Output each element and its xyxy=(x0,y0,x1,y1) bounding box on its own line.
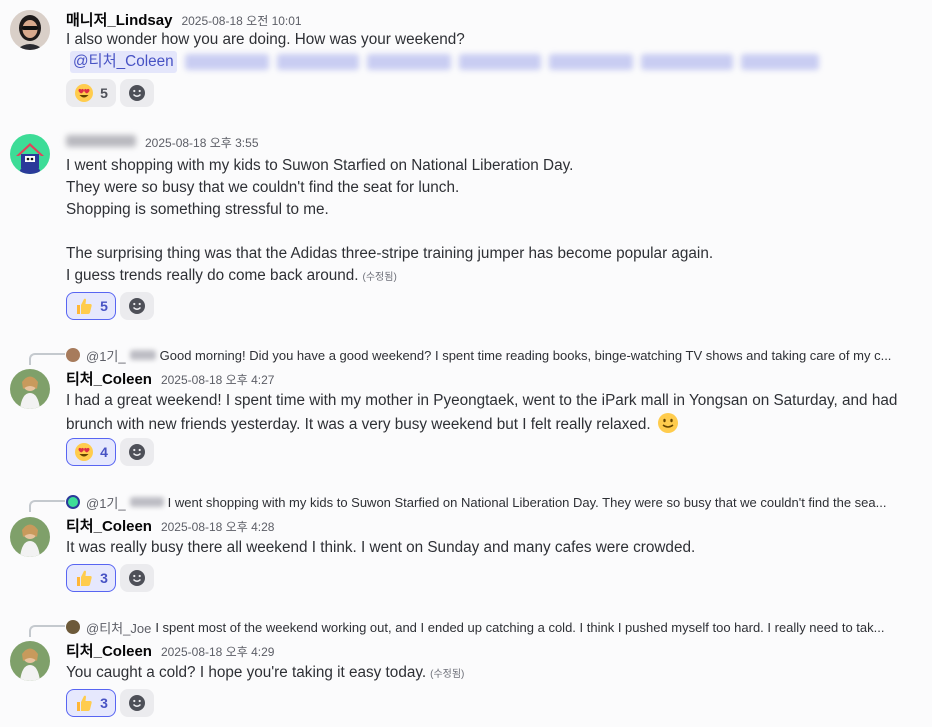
reaction-count: 3 xyxy=(100,570,108,586)
message-text: I also wonder how you are doing. How was… xyxy=(66,31,465,48)
timestamp: 2025-08-18 오후 4:29 xyxy=(160,645,275,659)
reaction-count: 3 xyxy=(100,695,108,711)
smiley-icon xyxy=(129,695,145,711)
message-text: brunch with new friends yesterday. It wa… xyxy=(66,416,651,433)
redacted-name xyxy=(129,350,156,360)
message-text: I went shopping with my kids to Suwon St… xyxy=(66,157,574,174)
reaction-thumbs-up[interactable]: 3 xyxy=(66,564,116,592)
heart-eyes-icon xyxy=(75,84,94,102)
heart-eyes-icon xyxy=(75,443,94,461)
timestamp: 2025-08-18 오후 4:28 xyxy=(160,520,275,534)
redacted-mention xyxy=(366,53,451,70)
message-text: It was really busy there all weekend I t… xyxy=(66,539,696,556)
redacted-name xyxy=(129,497,164,507)
add-reaction-button[interactable] xyxy=(120,79,154,107)
user-mention[interactable]: @티처_Coleen xyxy=(70,51,177,73)
author-name[interactable]: 티처_Coleen xyxy=(66,515,152,536)
reply-text: I went shopping with my kids to Suwon St… xyxy=(167,494,887,510)
timestamp: 2025-08-18 오후 4:27 xyxy=(160,373,275,387)
message-text: Shopping is something stressful to me. xyxy=(66,201,329,218)
author-name[interactable] xyxy=(66,135,136,147)
reply-text: Good morning! Did you have a good weeken… xyxy=(159,347,892,363)
reply-handle[interactable]: @1기_ xyxy=(86,346,126,365)
avatar[interactable] xyxy=(10,10,50,50)
reply-spine xyxy=(29,353,65,365)
reaction-heart-eyes[interactable]: 4 xyxy=(66,438,116,466)
slightly-smiling-face-icon xyxy=(657,413,678,433)
author-name[interactable]: 티처_Coleen xyxy=(66,368,152,389)
message-text: They were so busy that we couldn't find … xyxy=(66,179,460,196)
redacted-mention xyxy=(458,53,541,70)
reply-spine xyxy=(29,625,65,637)
reaction-thumbs-up[interactable]: 3 xyxy=(66,689,116,717)
avatar[interactable] xyxy=(10,641,50,681)
reply-handle[interactable]: @티처_Joe xyxy=(86,618,151,637)
reply-avatar xyxy=(66,620,80,634)
message-text: I had a great weekend! I spent time with… xyxy=(66,392,898,409)
redacted-mention xyxy=(548,53,633,70)
reply-text: I spent most of the weekend working out,… xyxy=(155,619,885,635)
smiley-icon xyxy=(129,444,145,460)
smiley-icon xyxy=(129,570,145,586)
timestamp: 2025-08-18 오후 3:55 xyxy=(145,136,259,150)
thumbs-up-icon xyxy=(77,298,92,314)
reaction-heart-eyes[interactable]: 5 xyxy=(66,79,116,107)
message-text: I guess trends really do come back aroun… xyxy=(66,267,359,284)
redacted-mention xyxy=(640,53,733,70)
reply-avatar xyxy=(66,495,80,509)
reply-preview[interactable]: @티처_Joe I spent most of the weekend work… xyxy=(66,618,884,636)
add-reaction-button[interactable] xyxy=(120,564,154,592)
edited-label: (수정됨) xyxy=(430,669,465,680)
timestamp: 2025-08-18 오전 10:01 xyxy=(181,14,302,28)
thumbs-up-icon xyxy=(77,695,92,711)
message-text: The surprising thing was that the Adidas… xyxy=(66,245,714,262)
thumbs-up-icon xyxy=(77,570,92,586)
reply-preview[interactable]: @1기_ I went shopping with my kids to Suw… xyxy=(66,493,886,511)
smiley-icon xyxy=(129,298,145,314)
reaction-thumbs-up[interactable]: 5 xyxy=(66,292,116,320)
reply-avatar xyxy=(66,348,80,362)
mention-row: @티처_Coleen xyxy=(70,51,819,73)
reaction-count: 5 xyxy=(100,85,108,101)
message-text-last: You caught a cold? I hope you're taking … xyxy=(66,662,464,686)
redacted-mention xyxy=(276,53,359,70)
add-reaction-button[interactable] xyxy=(120,689,154,717)
avatar[interactable] xyxy=(10,517,50,557)
add-reaction-button[interactable] xyxy=(120,292,154,320)
author-name[interactable]: 티처_Coleen xyxy=(66,640,152,661)
redacted-mention xyxy=(740,53,819,70)
reaction-count: 5 xyxy=(100,298,108,314)
smiley-icon xyxy=(129,85,145,101)
reply-preview[interactable]: @1기_ Good morning! Did you have a good w… xyxy=(66,346,891,364)
redacted-mention xyxy=(184,53,269,70)
edited-label: (수정됨) xyxy=(362,272,397,283)
reply-spine xyxy=(29,500,65,512)
message-text: You caught a cold? I hope you're taking … xyxy=(66,664,427,681)
message-text-last: I guess trends really do come back aroun… xyxy=(66,265,397,289)
avatar[interactable] xyxy=(10,369,50,409)
add-reaction-button[interactable] xyxy=(120,438,154,466)
reply-handle[interactable]: @1기_ xyxy=(86,493,126,512)
avatar[interactable] xyxy=(10,134,50,174)
message-text-last: brunch with new friends yesterday. It wa… xyxy=(66,412,679,436)
reaction-count: 4 xyxy=(100,444,108,460)
author-name[interactable]: 매니저_Lindsay xyxy=(66,9,172,30)
